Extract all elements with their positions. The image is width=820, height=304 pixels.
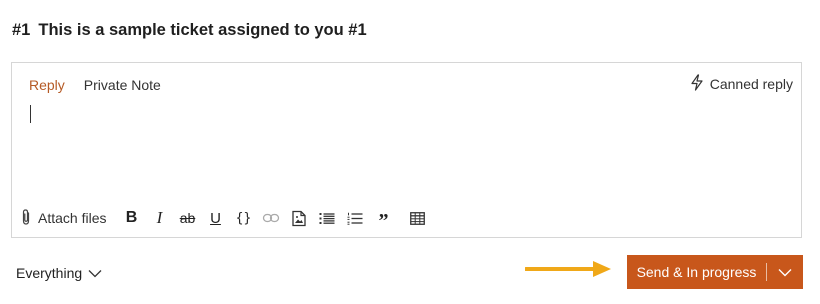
tab-private-note[interactable]: Private Note: [84, 77, 161, 93]
italic-button[interactable]: I: [148, 207, 170, 229]
bullet-list-button[interactable]: [316, 207, 338, 229]
insert-table-button[interactable]: [406, 207, 428, 229]
quote-icon: ”: [378, 209, 389, 232]
underline-icon: U: [210, 209, 221, 227]
underline-button[interactable]: U: [204, 207, 226, 229]
italic-icon: I: [156, 208, 163, 227]
ticket-subject: This is a sample ticket assigned to you …: [38, 21, 367, 39]
insert-image-button[interactable]: [288, 207, 310, 229]
link-button[interactable]: [260, 207, 282, 229]
formatting-toolbar: Attach files B I ab U {} ”: [20, 207, 434, 232]
text-cursor: [30, 105, 31, 123]
ticket-number: #1: [12, 21, 31, 39]
numbered-list-button[interactable]: [344, 207, 366, 229]
link-icon: [263, 213, 280, 223]
bullet-list-icon: [319, 212, 335, 224]
chevron-down-icon: [778, 268, 792, 276]
image-icon: [292, 210, 307, 226]
code-icon: {}: [235, 210, 252, 226]
chevron-down-icon: [88, 269, 102, 277]
code-button[interactable]: {}: [232, 207, 254, 229]
send-button-label: Send & In progress: [636, 264, 757, 280]
send-in-progress-button[interactable]: Send & In progress: [627, 255, 803, 289]
filter-label: Everything: [16, 265, 83, 281]
bold-button[interactable]: B: [120, 207, 142, 229]
strikethrough-icon: ab: [179, 210, 196, 226]
tab-reply[interactable]: Reply: [29, 77, 65, 93]
attach-files-button[interactable]: Attach files: [20, 208, 106, 229]
canned-reply-label: Canned reply: [709, 76, 793, 92]
ticket-title: #1 This is a sample ticket assigned to yo…: [12, 21, 367, 40]
editor-tabs: Reply Private Note: [29, 77, 161, 93]
bold-icon: B: [125, 209, 138, 226]
arrow-annotation-icon: [525, 261, 611, 277]
paperclip-icon: [20, 208, 32, 229]
table-icon: [410, 211, 425, 225]
strikethrough-button[interactable]: ab: [176, 207, 198, 229]
send-options-dropdown[interactable]: [767, 268, 803, 277]
lightning-icon: [690, 74, 704, 94]
numbered-list-icon: [347, 212, 363, 225]
attach-files-label: Attach files: [38, 210, 107, 226]
activity-filter-dropdown[interactable]: Everything: [16, 265, 102, 281]
quote-button[interactable]: ”: [372, 207, 394, 232]
canned-reply-button[interactable]: Canned reply: [690, 74, 793, 94]
reply-editor[interactable]: Reply Private Note Canned reply Attach f…: [11, 62, 802, 238]
